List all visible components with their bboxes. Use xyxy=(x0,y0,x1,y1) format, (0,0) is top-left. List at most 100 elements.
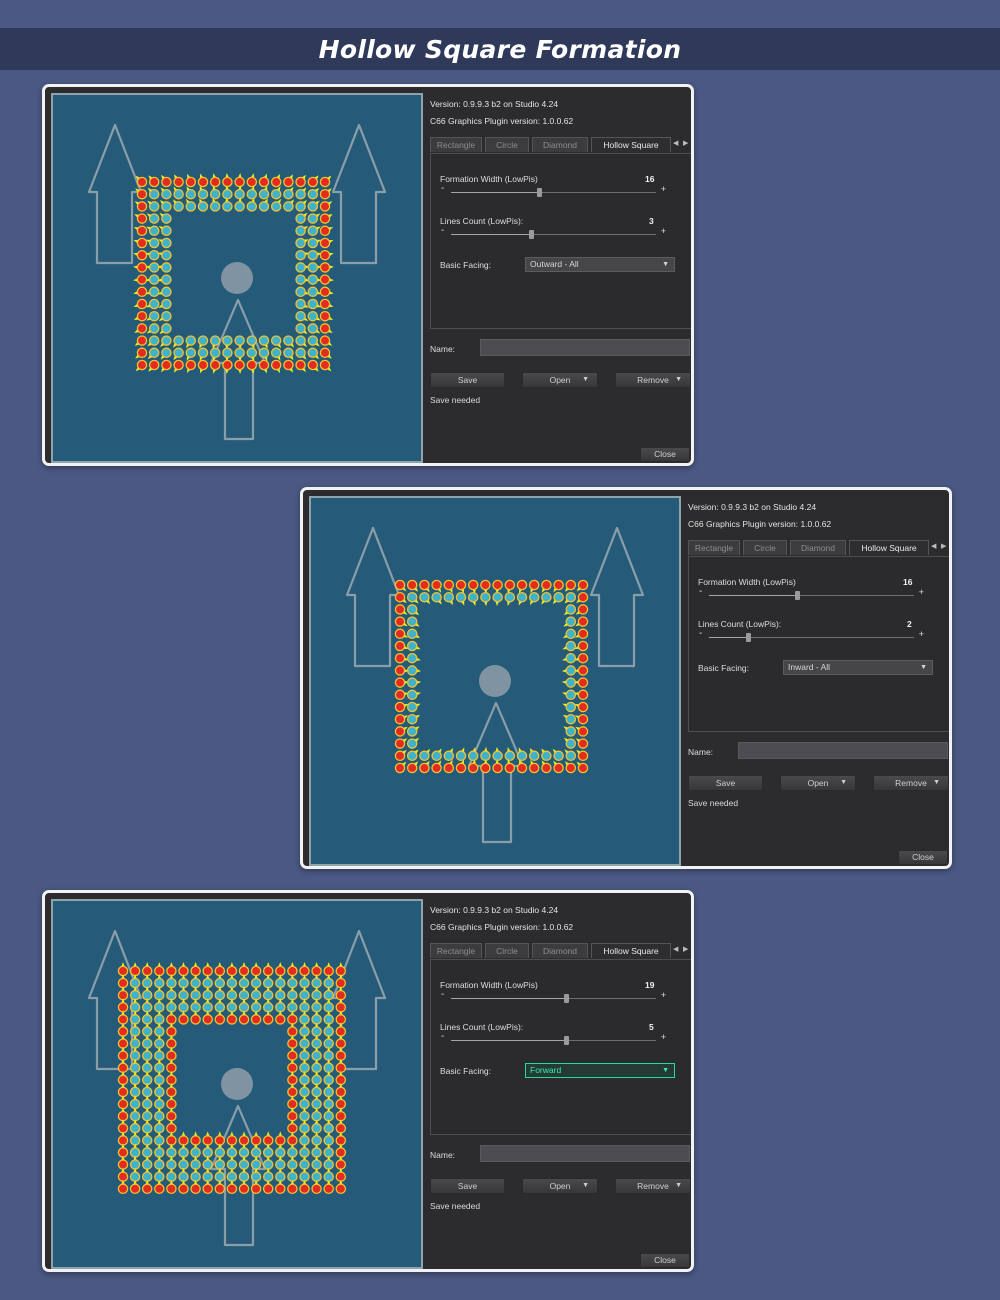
formation-unit xyxy=(541,748,552,762)
tab-scroll-right-icon[interactable]: ▶ xyxy=(683,139,688,147)
plus-icon[interactable]: + xyxy=(661,184,666,194)
unit-dot xyxy=(307,237,319,249)
unit-dot xyxy=(275,1183,286,1195)
formation-unit xyxy=(319,323,333,334)
unit-dot xyxy=(154,1183,165,1195)
slider-thumb[interactable] xyxy=(746,633,751,642)
tab-rectangle[interactable]: Rectangle xyxy=(430,137,482,152)
formation-unit xyxy=(406,579,419,592)
minus-icon[interactable]: - xyxy=(699,586,702,597)
close-button[interactable]: Close xyxy=(640,1253,690,1268)
formation-unit xyxy=(307,274,322,285)
slider-thumb[interactable] xyxy=(529,230,534,239)
tab-scroll-left-icon[interactable]: ◀ xyxy=(673,139,678,147)
open-button[interactable]: Open ▼ xyxy=(522,1178,598,1194)
formation-unit xyxy=(141,1155,153,1170)
tab-scroll-right-icon[interactable]: ▶ xyxy=(683,945,688,953)
unit-dot xyxy=(209,359,221,371)
unit-dot xyxy=(222,176,233,188)
minus-icon[interactable]: - xyxy=(441,183,444,194)
lines-count-slider[interactable]: - + xyxy=(439,225,666,241)
basic-facing-select[interactable]: Outward - All ▼ xyxy=(525,257,675,272)
tab-hollow-square[interactable]: Hollow Square xyxy=(591,137,671,152)
plus-icon[interactable]: + xyxy=(661,226,666,236)
tab-circle[interactable]: Circle xyxy=(743,540,787,555)
unit-dot xyxy=(283,188,294,200)
unit-dot xyxy=(443,750,455,762)
plus-icon[interactable]: + xyxy=(661,990,666,1000)
tab-rectangle[interactable]: Rectangle xyxy=(430,943,482,958)
slider-thumb[interactable] xyxy=(564,1036,569,1045)
formation-unit xyxy=(394,591,407,604)
formation-unit xyxy=(154,1070,165,1086)
lines-count-slider[interactable]: - + xyxy=(439,1031,666,1047)
formation-unit xyxy=(145,249,160,261)
save-button[interactable]: Save xyxy=(430,1178,505,1194)
unit-dot xyxy=(234,335,245,346)
formation-width-slider[interactable]: - + xyxy=(439,183,666,199)
formation-unit xyxy=(307,213,321,224)
tab-diamond[interactable]: Diamond xyxy=(532,137,588,152)
name-input[interactable] xyxy=(738,742,948,759)
tab-scroll-left-icon[interactable]: ◀ xyxy=(673,945,678,953)
tab-rectangle[interactable]: Rectangle xyxy=(688,540,740,555)
open-button[interactable]: Open ▼ xyxy=(780,775,856,791)
unit-dot xyxy=(553,750,564,762)
unit-dot xyxy=(148,286,160,298)
save-button[interactable]: Save xyxy=(688,775,763,791)
formation-unit xyxy=(431,591,442,605)
name-input[interactable] xyxy=(480,339,690,356)
formation-unit xyxy=(238,1167,250,1182)
minus-icon[interactable]: - xyxy=(441,989,444,1000)
slider-thumb[interactable] xyxy=(537,188,542,197)
formation-width-slider[interactable]: - + xyxy=(697,586,924,602)
formation-width-slider[interactable]: - + xyxy=(439,989,666,1005)
unit-dot xyxy=(136,237,148,249)
remove-button[interactable]: Remove ▼ xyxy=(615,372,691,388)
formation-unit xyxy=(160,187,172,200)
plus-icon[interactable]: + xyxy=(661,1032,666,1042)
minus-icon[interactable]: - xyxy=(441,1031,444,1042)
unit-dot xyxy=(311,1183,322,1195)
plus-icon[interactable]: + xyxy=(919,587,924,597)
lines-count-slider[interactable]: - + xyxy=(697,628,924,644)
formation-unit xyxy=(238,1131,250,1146)
minus-icon[interactable]: - xyxy=(699,628,702,639)
chevron-down-icon: ▼ xyxy=(662,1067,669,1074)
formation-width-value: 16 xyxy=(645,174,655,184)
close-button[interactable]: Close xyxy=(898,850,948,865)
tab-circle[interactable]: Circle xyxy=(485,137,529,152)
unit-dot xyxy=(577,738,589,749)
formation-unit xyxy=(311,1083,322,1098)
open-button[interactable]: Open ▼ xyxy=(522,372,598,388)
slider-thumb[interactable] xyxy=(564,994,569,1003)
formation-unit xyxy=(311,986,322,1001)
tab-scroll-right-icon[interactable]: ▶ xyxy=(941,542,946,550)
formation-unit xyxy=(311,1022,322,1037)
formation-unit xyxy=(234,185,245,200)
basic-facing-select[interactable]: Inward - All ▼ xyxy=(783,660,933,675)
tab-scroll-left-icon[interactable]: ◀ xyxy=(931,542,936,550)
tab-hollow-square[interactable]: Hollow Square xyxy=(849,540,929,555)
name-input[interactable] xyxy=(480,1145,690,1162)
slider-thumb[interactable] xyxy=(795,591,800,600)
unit-dot xyxy=(406,665,418,676)
minus-icon[interactable]: - xyxy=(441,225,444,236)
unit-dot xyxy=(185,201,197,212)
unit-dot xyxy=(209,176,221,188)
tab-diamond[interactable]: Diamond xyxy=(532,943,588,958)
unit-dot xyxy=(295,262,306,273)
remove-button[interactable]: Remove ▼ xyxy=(615,1178,691,1194)
formation-unit xyxy=(562,640,577,652)
plus-icon[interactable]: + xyxy=(919,629,924,639)
formation-unit xyxy=(145,298,160,310)
tab-hollow-square[interactable]: Hollow Square xyxy=(591,943,671,958)
save-button[interactable]: Save xyxy=(430,372,505,388)
remove-button[interactable]: Remove ▼ xyxy=(873,775,949,791)
formation-unit xyxy=(287,1058,298,1074)
basic-facing-select[interactable]: Forward ▼ xyxy=(525,1063,675,1078)
tab-circle[interactable]: Circle xyxy=(485,943,529,958)
tab-diamond[interactable]: Diamond xyxy=(790,540,846,555)
close-button[interactable]: Close xyxy=(640,447,690,462)
unit-dot xyxy=(209,201,221,212)
